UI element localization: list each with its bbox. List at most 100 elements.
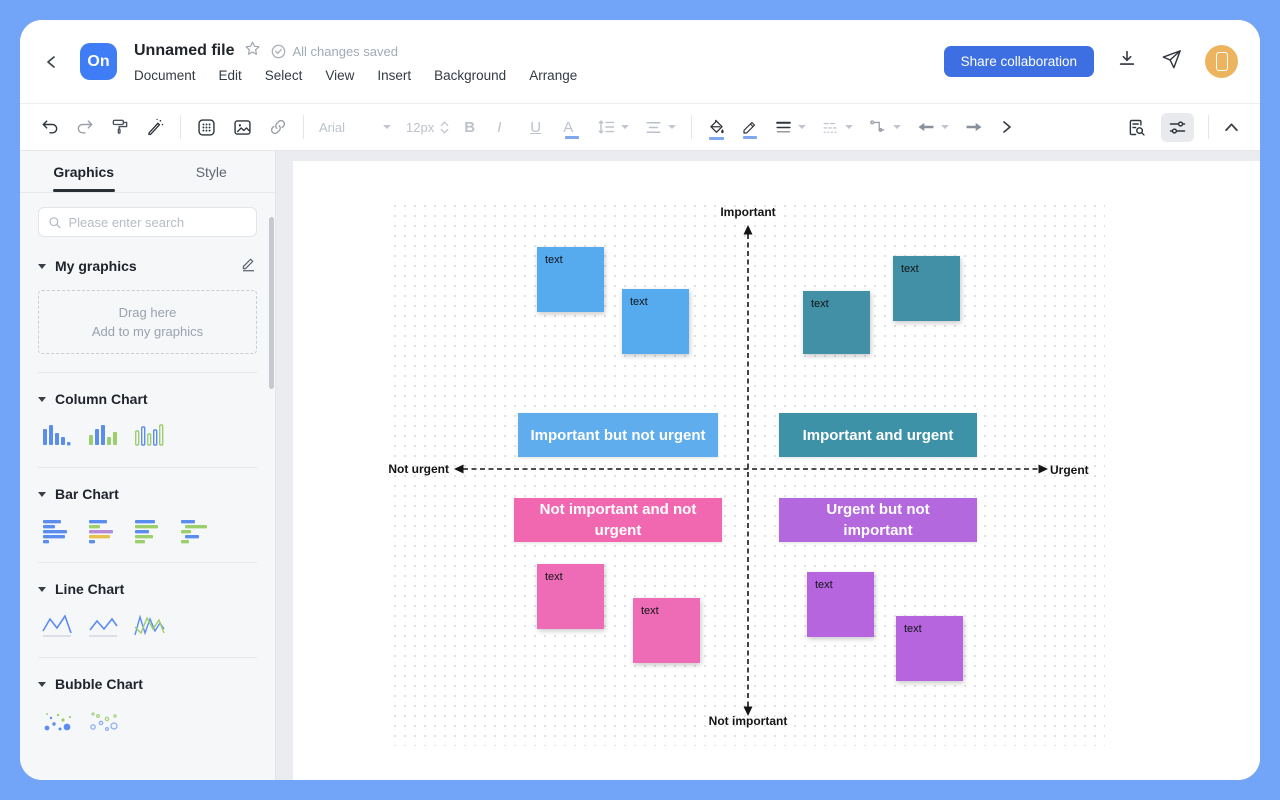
line-style-button[interactable] <box>821 118 853 137</box>
chevron-down-icon <box>383 125 391 129</box>
collapse-triangle-icon[interactable] <box>38 492 46 497</box>
my-graphics-title: My graphics <box>55 258 137 274</box>
app-logo[interactable]: On <box>80 43 117 80</box>
color-swatch <box>565 136 579 139</box>
arrow-end-button[interactable] <box>964 117 984 137</box>
font-size-stepper[interactable]: 12px <box>406 120 449 135</box>
bubble-chart-thumb-1[interactable] <box>41 706 77 734</box>
axis-label-urgent[interactable]: Urgent <box>1050 463 1089 477</box>
menu-view[interactable]: View <box>325 68 354 83</box>
quadrant-important-not-urgent[interactable]: Important but not urgent <box>518 413 718 457</box>
section-divider <box>38 372 257 373</box>
my-graphics-dropzone[interactable]: Drag here Add to my graphics <box>38 290 257 354</box>
search-input[interactable] <box>68 215 247 230</box>
canvas-page[interactable]: Important Not important Not urgent Urgen… <box>293 161 1260 780</box>
canvas-area: Important Not important Not urgent Urgen… <box>276 151 1260 780</box>
pattern-grid-icon[interactable] <box>196 117 217 138</box>
magic-pen-icon[interactable] <box>145 117 165 137</box>
column-chart-thumb-2[interactable] <box>87 421 123 449</box>
bar-chart-thumb-1[interactable] <box>41 516 77 544</box>
line-chart-thumb-1[interactable] <box>41 611 77 639</box>
line-chart-thumb-2[interactable] <box>87 611 123 639</box>
collapse-triangle-icon[interactable] <box>38 682 46 687</box>
sidebar-scrollbar[interactable] <box>269 217 274 389</box>
section-divider <box>38 562 257 563</box>
tab-graphics[interactable]: Graphics <box>20 151 148 192</box>
connector-style-button[interactable] <box>868 117 901 137</box>
format-painter-icon[interactable] <box>110 117 130 137</box>
avatar-placeholder-icon <box>1216 52 1228 71</box>
quadrant-not-important-not-urgent[interactable]: Not important and not urgent <box>514 498 722 542</box>
border-color-button[interactable] <box>741 118 759 136</box>
chevron-down-icon <box>798 125 806 129</box>
line-chart-thumb-3[interactable] <box>133 611 169 639</box>
star-icon[interactable] <box>244 40 261 62</box>
column-chart-thumb-1[interactable] <box>41 421 77 449</box>
find-replace-icon[interactable] <box>1126 117 1147 138</box>
bold-button[interactable]: B <box>464 119 482 136</box>
collapse-triangle-icon[interactable] <box>38 264 46 269</box>
section-bubble-chart: Bubble Chart <box>55 676 143 692</box>
quadrant-important-urgent[interactable]: Important and urgent <box>779 413 977 457</box>
line-spacing-button[interactable] <box>596 117 629 137</box>
section-column-chart: Column Chart <box>55 391 148 407</box>
sticky-note[interactable]: text <box>896 616 963 681</box>
download-icon[interactable] <box>1116 48 1138 75</box>
bar-chart-thumb-2[interactable] <box>87 516 123 544</box>
underline-button[interactable]: U <box>530 119 548 136</box>
section-line-chart: Line Chart <box>55 581 124 597</box>
stepper-arrows-icon[interactable] <box>440 121 449 134</box>
more-tools-chevron[interactable] <box>999 119 1015 135</box>
collapse-triangle-icon[interactable] <box>38 397 46 402</box>
header: On Unnamed file All changes saved Docume… <box>20 20 1260 103</box>
check-circle-icon <box>271 44 286 59</box>
undo-button[interactable] <box>40 117 60 137</box>
bubble-chart-thumb-2[interactable] <box>87 706 123 734</box>
arrow-start-button[interactable] <box>916 117 949 137</box>
tab-style[interactable]: Style <box>148 151 276 192</box>
toolbar-divider <box>303 115 304 139</box>
quadrant-urgent-not-important[interactable]: Urgent but not important <box>779 498 977 542</box>
menu-arrange[interactable]: Arrange <box>529 68 577 83</box>
axis-label-important[interactable]: Important <box>688 205 808 219</box>
collapse-triangle-icon[interactable] <box>38 587 46 592</box>
sticky-note[interactable]: text <box>633 598 700 663</box>
sticky-note[interactable]: text <box>537 247 604 312</box>
menu-bar: Document Edit Select View Insert Backgro… <box>134 68 577 83</box>
file-title[interactable]: Unnamed file <box>134 42 234 60</box>
edit-pencil-icon[interactable] <box>240 255 257 277</box>
text-align-button[interactable] <box>644 118 676 137</box>
send-icon[interactable] <box>1160 48 1183 76</box>
section-divider <box>38 467 257 468</box>
redo-button[interactable] <box>75 117 95 137</box>
properties-sliders-button[interactable] <box>1161 113 1194 142</box>
sticky-note[interactable]: text <box>807 572 874 637</box>
menu-insert[interactable]: Insert <box>377 68 411 83</box>
italic-button[interactable]: I <box>497 119 515 136</box>
font-family-select[interactable]: Arial <box>319 120 391 135</box>
bar-chart-thumb-3[interactable] <box>133 516 169 544</box>
axis-label-not-important[interactable]: Not important <box>688 714 808 728</box>
sticky-note[interactable]: text <box>622 289 689 354</box>
font-color-button[interactable]: A <box>563 119 581 136</box>
column-chart-thumb-3[interactable] <box>133 421 169 449</box>
chevron-down-icon <box>845 125 853 129</box>
menu-document[interactable]: Document <box>134 68 196 83</box>
menu-edit[interactable]: Edit <box>219 68 242 83</box>
menu-select[interactable]: Select <box>265 68 303 83</box>
avatar[interactable] <box>1205 45 1238 78</box>
sticky-note[interactable]: text <box>893 256 960 321</box>
fill-color-button[interactable] <box>707 118 726 137</box>
sticky-note[interactable]: text <box>803 291 870 354</box>
axis-label-not-urgent[interactable]: Not urgent <box>365 462 449 476</box>
back-button[interactable] <box>38 48 66 76</box>
menu-background[interactable]: Background <box>434 68 506 83</box>
bar-chart-thumb-4[interactable] <box>179 516 215 544</box>
collapse-toolbar-chevron[interactable] <box>1223 119 1240 136</box>
image-icon[interactable] <box>232 117 253 138</box>
sticky-note[interactable]: text <box>537 564 604 629</box>
link-icon[interactable] <box>268 117 288 137</box>
line-weight-button[interactable] <box>774 118 806 137</box>
color-swatch <box>709 137 724 140</box>
share-collaboration-button[interactable]: Share collaboration <box>944 46 1094 77</box>
